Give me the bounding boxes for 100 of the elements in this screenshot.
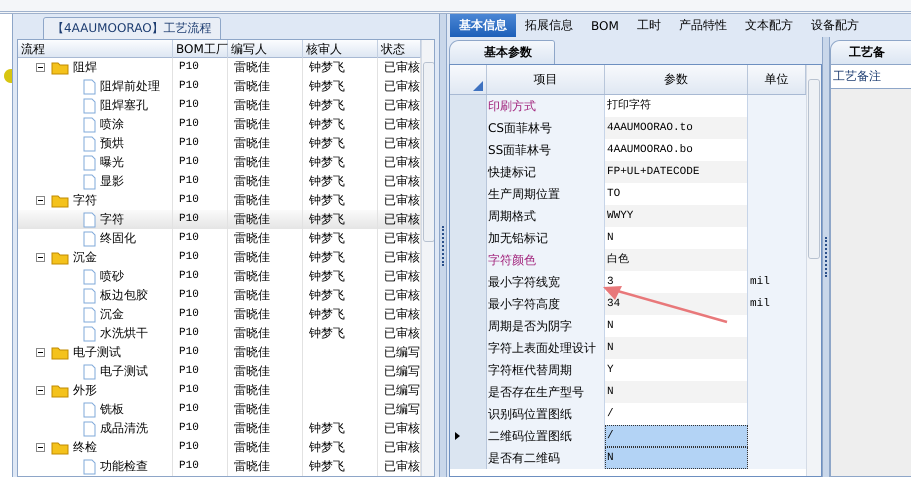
tab[interactable]: 拓展信息 [516,14,582,37]
table-cell: 最小字符高度 [487,293,605,315]
folder-icon [51,440,69,454]
folder-icon [51,346,69,360]
step-name: 成品清洗 [100,420,148,437]
table-cell [748,447,806,469]
table-cell: 雷晓佳 [228,457,303,476]
table-cell[interactable]: FP+UL+DATECODE [605,161,748,183]
corner-triangle-icon [473,81,483,91]
table-cell[interactable]: N [605,381,748,403]
tab[interactable]: BOM [582,14,628,37]
document-icon [83,212,96,228]
document-icon [83,288,96,304]
step-name: 喷涂 [100,116,124,133]
table-cell[interactable]: 4AAUMOORAO.bo [605,139,748,161]
table-cell: 印刷方式 [487,95,605,117]
collapse-toggle[interactable] [36,386,45,395]
collapse-toggle[interactable] [36,63,45,72]
table-cell[interactable]: 34 [605,293,748,315]
table-cell[interactable]: 白色 [605,249,748,271]
step-name: 喷砂 [100,268,124,285]
table-cell: 字符框代替周期 [487,359,605,381]
table-cell: 字符颜色 [487,249,605,271]
document-icon [83,326,96,342]
table-cell[interactable]: 3 [605,271,748,293]
table-cell: mil [748,293,806,315]
step-name: 字符 [100,211,124,228]
table-cell[interactable]: / [605,425,748,447]
step-name: 沉金 [100,306,124,323]
folder-icon [51,60,69,74]
table-cell[interactable]: N [605,227,748,249]
document-icon [83,268,96,284]
table-cell: P10 [173,457,228,476]
splitter[interactable] [822,37,830,477]
document-icon [83,136,96,152]
scrollbar[interactable] [806,65,821,476]
column-header[interactable]: 项目 [487,65,605,94]
table-cell: CS面菲林号 [487,117,605,139]
tab[interactable]: 工时 [628,14,670,37]
scrollbar[interactable] [421,40,434,476]
step-name: 终检 [73,439,97,456]
table-cell: 加无铅标记 [487,227,605,249]
table-cell: 快捷标记 [487,161,605,183]
table-cell: 周期是否为阴字 [487,315,605,337]
step-name: 电子测试 [100,363,148,380]
document-icon [83,306,96,322]
folder-icon [51,250,69,264]
document-icon [83,420,96,436]
step-name: 曝光 [100,154,124,171]
table-cell[interactable]: WWYY [605,205,748,227]
table-cell: 钟梦飞 [303,457,378,476]
tree-row[interactable]: 字符 P10 雷晓佳 钟梦飞 已审核 [18,210,421,229]
step-name: 阻焊 [73,59,97,76]
table-cell: SS面菲林号 [487,139,605,161]
document-icon [83,116,96,132]
table-cell[interactable]: N [605,447,748,469]
table-cell[interactable]: N [605,315,748,337]
step-name: 板边包胶 [100,287,148,304]
document-icon [83,364,96,380]
row-pointer-icon [455,432,460,440]
tab[interactable]: 设备配方 [802,14,868,37]
table-cell[interactable]: 打印字符 [605,95,748,117]
table-cell[interactable]: TO [605,183,748,205]
step-name: 沉金 [73,249,97,266]
table-cell[interactable]: 4AAUMOORAO.to [605,117,748,139]
document-icon [83,78,96,94]
tab[interactable]: 产品特性 [670,14,736,37]
collapse-toggle[interactable] [36,348,45,357]
step-name: 铣板 [100,401,124,418]
table-cell: 字符上表面处理设计 [487,337,605,359]
step-name: 显影 [100,173,124,190]
step-name: 外形 [73,382,97,399]
tab[interactable]: 文本配方 [736,14,802,37]
table-cell[interactable]: N [605,337,748,359]
step-name: 水洗烘干 [100,325,148,342]
collapse-toggle[interactable] [36,253,45,262]
folder-icon [51,194,69,208]
collapse-toggle[interactable] [36,196,45,205]
table-cell: 周期格式 [487,205,605,227]
table-cell: 是否存在生产型号 [487,381,605,403]
sub-tab[interactable]: 工艺备 [830,40,911,64]
table-cell: 二维码位置图纸 [487,425,605,447]
document-icon [83,230,96,246]
table-cell[interactable]: / [605,403,748,425]
panel-title: 【4AAUMOORAO】工艺流程 [43,17,221,40]
column-header[interactable]: 参数 [605,65,748,94]
folder-icon [51,384,69,398]
table-cell [748,95,806,117]
table-cell[interactable]: Y [605,359,748,381]
table-cell: 生产周期位置 [487,183,605,205]
notes-label: 工艺备注 [831,65,911,89]
sub-tab[interactable]: 基本参数 [449,40,555,64]
tab[interactable]: 基本信息 [450,14,516,37]
document-icon [83,402,96,418]
step-name: 终固化 [100,230,136,247]
document-icon [83,154,96,170]
collapse-toggle[interactable] [36,443,45,452]
table-cell: 是否有二维码 [487,447,605,469]
table-cell: 最小字符线宽 [487,271,605,293]
step-name: 字符 [73,192,97,209]
